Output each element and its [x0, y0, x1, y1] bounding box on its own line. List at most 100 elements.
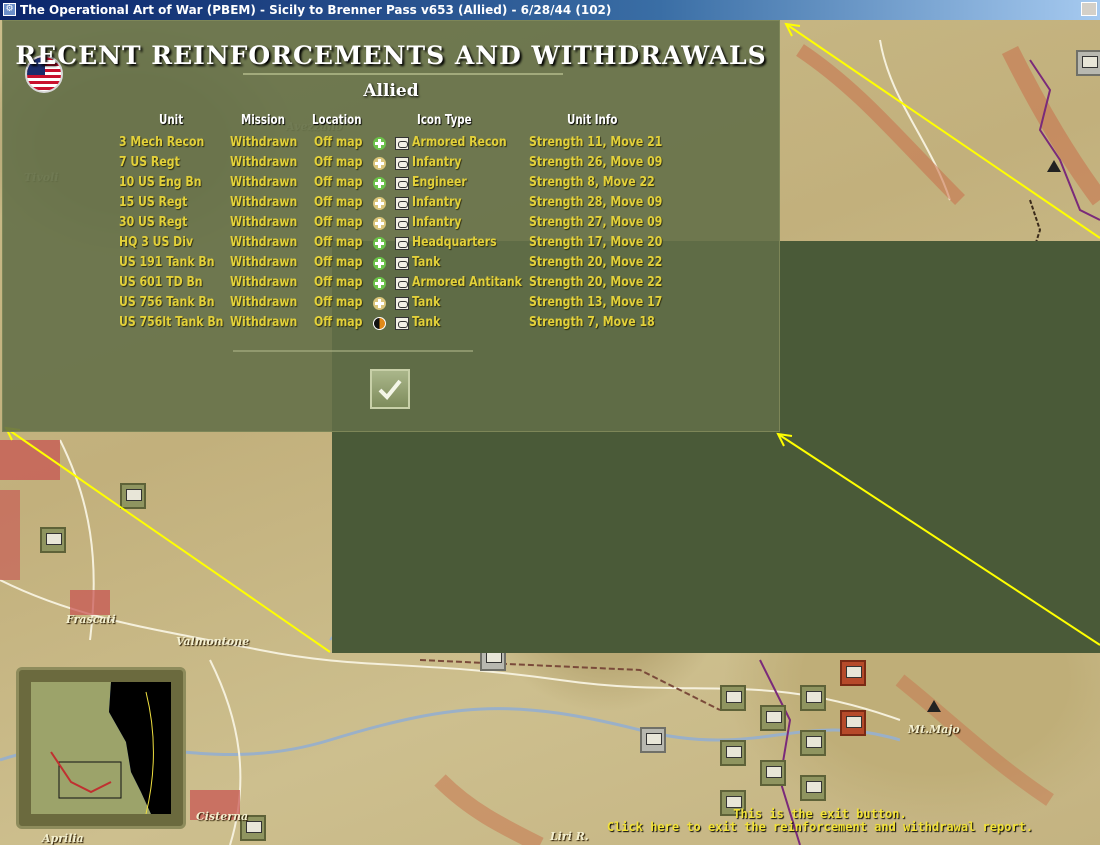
row-location: Off map [314, 255, 363, 270]
report-row[interactable]: 30 US Regt Withdrawn Off map Infantry Streng… [3, 213, 779, 233]
row-unit-info: Strength 13, Move 17 [529, 295, 663, 310]
minimap[interactable] [16, 667, 186, 829]
town-label-cisterna: Cisterna [196, 810, 249, 823]
minimap-view[interactable] [31, 682, 171, 814]
town-label-aprilia: Aprilia [42, 832, 84, 845]
row-mission: Withdrawn [230, 255, 298, 270]
row-mission: Withdrawn [230, 215, 298, 230]
row-unit-name: US 601 TD Bn [119, 275, 203, 290]
map-unit-counter[interactable] [800, 730, 826, 756]
report-row[interactable]: US 601 TD Bn Withdrawn Off map Armored Anti… [3, 273, 779, 293]
armored-antitank-icon [395, 277, 409, 290]
tank-icon [395, 297, 409, 310]
row-icon-type: Infantry [412, 155, 462, 170]
row-location: Off map [314, 155, 363, 170]
minimap-terrain [31, 682, 171, 814]
map-unit-counter[interactable] [760, 705, 786, 731]
map-unit-counter[interactable] [720, 740, 746, 766]
report-row[interactable]: HQ 3 US Div Withdrawn Off map Headquarters S… [3, 233, 779, 253]
row-unit-name: 30 US Regt [119, 215, 188, 230]
row-unit-name: 10 US Eng Bn [119, 175, 202, 190]
row-icon-type: Infantry [412, 195, 462, 210]
row-unit-info: Strength 11, Move 21 [529, 135, 663, 150]
row-icon-type: Armored Antitank [412, 275, 522, 290]
infantry-icon [395, 197, 409, 210]
tank-icon [395, 317, 409, 330]
plus-status-icon [373, 197, 386, 210]
town-label-valmontone: Valmontone [176, 635, 250, 648]
half-status-icon [373, 317, 386, 330]
map-unit-counter[interactable] [840, 710, 866, 736]
plus-status-icon [373, 257, 386, 270]
row-location: Off map [314, 215, 363, 230]
row-unit-name: HQ 3 US Div [119, 235, 194, 250]
checkmark-icon [378, 379, 402, 400]
column-header-icon-type: Icon Type [417, 113, 472, 128]
row-unit-name: 3 Mech Recon [119, 135, 205, 150]
map-unit-counter[interactable] [1076, 50, 1100, 76]
app-icon: ⚙ [3, 3, 16, 16]
row-icon-type: Infantry [412, 215, 462, 230]
plus-status-icon [373, 137, 386, 150]
town-label-liri: Liri R. [550, 830, 589, 843]
report-title: RECENT REINFORCEMENTS AND WITHDRAWALS [15, 41, 767, 70]
tank-icon [395, 257, 409, 270]
report-row[interactable]: US 756lt Tank Bn Withdrawn Off map Tank Stre… [3, 313, 779, 333]
row-mission: Withdrawn [230, 295, 298, 310]
row-mission: Withdrawn [230, 195, 298, 210]
row-unit-info: Strength 7, Move 18 [529, 315, 655, 330]
row-icon-type: Engineer [412, 175, 467, 190]
report-row[interactable]: 15 US Regt Withdrawn Off map Infantry Streng… [3, 193, 779, 213]
plus-status-icon [373, 157, 386, 170]
infantry-icon [395, 217, 409, 230]
column-header-unit-info: Unit Info [567, 113, 618, 128]
map-unit-counter[interactable] [760, 760, 786, 786]
ok-exit-button[interactable] [370, 369, 410, 409]
report-row[interactable]: 3 Mech Recon Withdrawn Off map Armored Reco… [3, 133, 779, 153]
window-close-button[interactable] [1081, 2, 1097, 16]
map-unit-counter[interactable] [120, 483, 146, 509]
row-unit-info: Strength 20, Move 22 [529, 275, 663, 290]
row-mission: Withdrawn [230, 135, 298, 150]
row-unit-info: Strength 8, Move 22 [529, 175, 655, 190]
row-icon-type: Tank [412, 295, 441, 310]
report-row[interactable]: US 191 Tank Bn Withdrawn Off map Tank Streng… [3, 253, 779, 273]
town-label-mt-majo: Mt.Majo [908, 723, 960, 736]
map-unit-counter[interactable] [640, 727, 666, 753]
row-location: Off map [314, 315, 363, 330]
map-unit-counter[interactable] [40, 527, 66, 553]
row-unit-name: US 191 Tank Bn [119, 255, 215, 270]
row-unit-info: Strength 28, Move 09 [529, 195, 663, 210]
row-unit-info: Strength 20, Move 22 [529, 255, 663, 270]
map-unit-counter[interactable] [840, 660, 866, 686]
row-location: Off map [314, 135, 363, 150]
row-unit-info: Strength 17, Move 20 [529, 235, 663, 250]
map-unit-counter[interactable] [720, 685, 746, 711]
row-location: Off map [314, 235, 363, 250]
engineer-icon [395, 177, 409, 190]
report-row[interactable]: 7 US Regt Withdrawn Off map Infantry Strengt… [3, 153, 779, 173]
row-location: Off map [314, 275, 363, 290]
plus-status-icon [373, 217, 386, 230]
map-unit-counter[interactable] [800, 685, 826, 711]
row-mission: Withdrawn [230, 275, 298, 290]
map-unit-counter[interactable] [800, 775, 826, 801]
row-mission: Withdrawn [230, 235, 298, 250]
title-divider [243, 73, 563, 75]
report-row[interactable]: US 756 Tank Bn Withdrawn Off map Tank Streng… [3, 293, 779, 313]
plus-status-icon [373, 237, 386, 250]
town-label-frascati: Frascati [66, 613, 116, 626]
plus-status-icon [373, 277, 386, 290]
column-header-unit: Unit [159, 113, 184, 128]
row-location: Off map [314, 175, 363, 190]
reinforcements-report-panel: RECENT REINFORCEMENTS AND WITHDRAWALS Al… [2, 20, 780, 432]
report-row[interactable]: 10 US Eng Bn Withdrawn Off map Engineer Stre… [3, 173, 779, 193]
row-mission: Withdrawn [230, 155, 298, 170]
row-unit-name: US 756lt Tank Bn [119, 315, 224, 330]
row-unit-name: 15 US Regt [119, 195, 188, 210]
plus-status-icon [373, 177, 386, 190]
window-title: The Operational Art of War (PBEM) - Sici… [20, 3, 612, 17]
row-icon-type: Armored Recon [412, 135, 507, 150]
column-header-location: Location [312, 113, 362, 128]
row-location: Off map [314, 195, 363, 210]
